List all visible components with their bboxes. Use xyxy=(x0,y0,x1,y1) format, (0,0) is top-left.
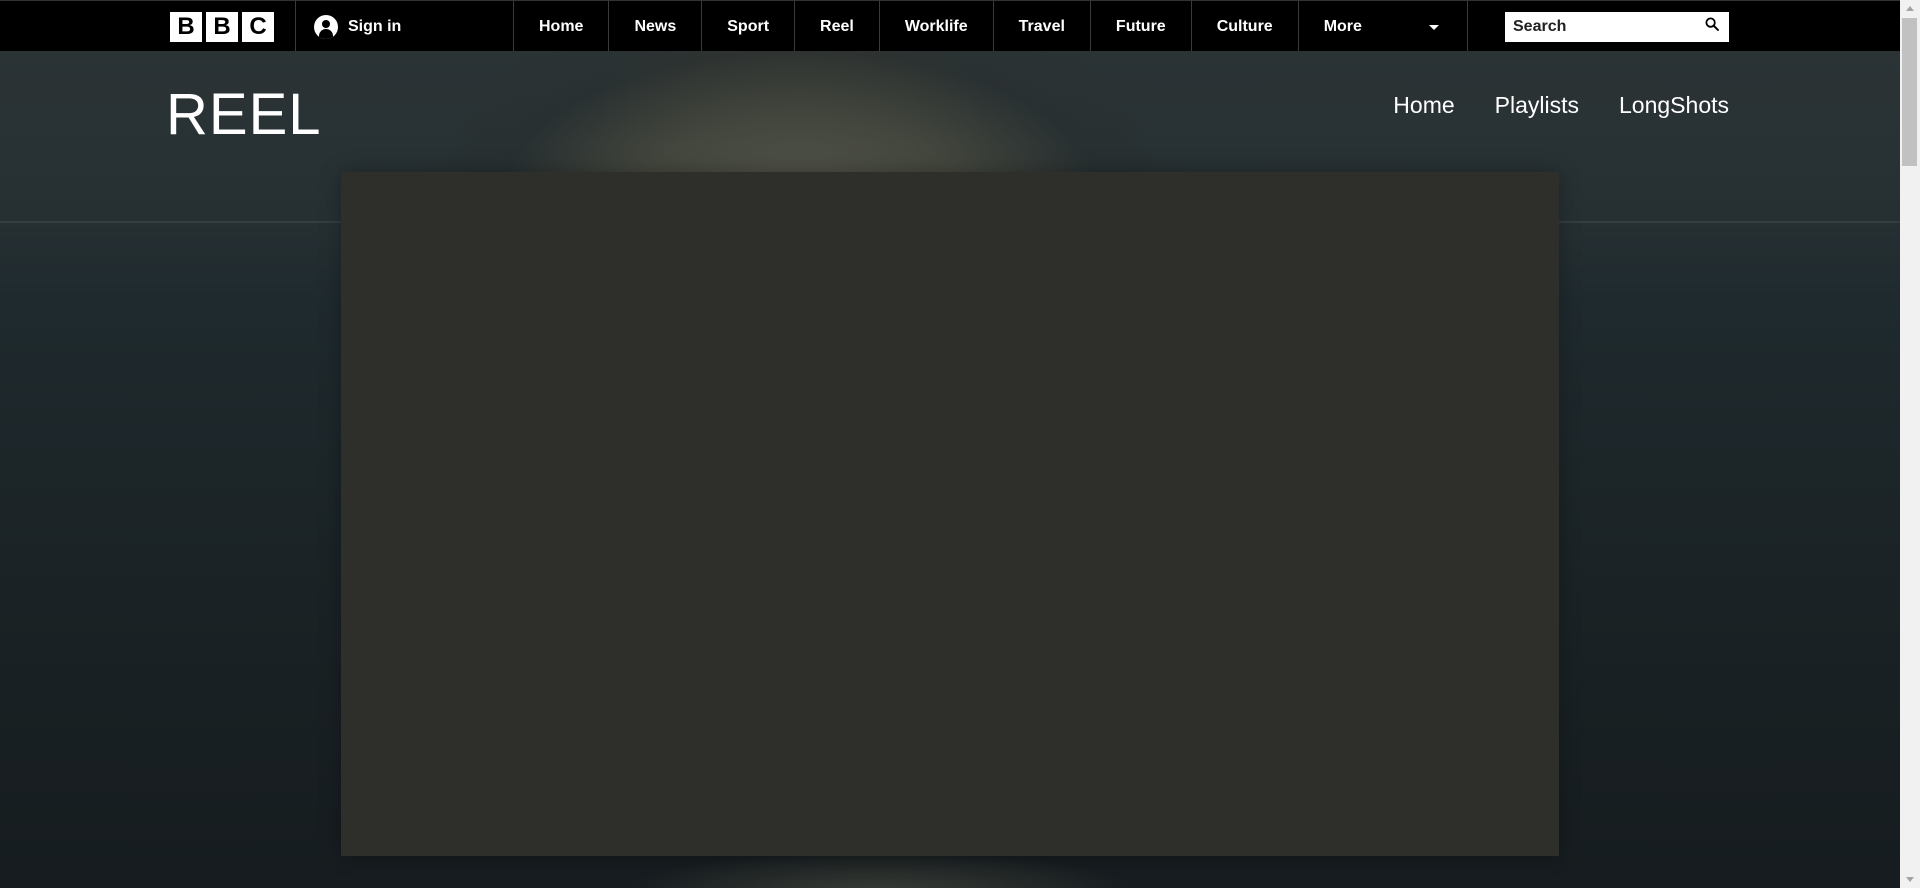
nav-item-sport[interactable]: Sport xyxy=(701,1,794,51)
page-title[interactable]: REEL xyxy=(166,80,322,150)
nav-item-home[interactable]: Home xyxy=(513,1,608,51)
bbc-logo-letter: B xyxy=(170,12,202,42)
nav-item-reel[interactable]: Reel xyxy=(794,1,879,51)
sign-in-label: Sign in xyxy=(348,18,402,35)
background-rock xyxy=(400,51,1200,181)
search-icon[interactable] xyxy=(1705,17,1719,31)
bbc-top-bar: B B C Sign in Home News Sport Reel Workl… xyxy=(0,0,1900,51)
video-player[interactable] xyxy=(341,172,1559,856)
bbc-main-nav: Home News Sport Reel Worklife Travel Fut… xyxy=(513,1,1468,51)
reel-nav: Home Playlists LongShots xyxy=(1393,92,1729,119)
background-rock-reflection xyxy=(620,851,1140,888)
nav-item-future[interactable]: Future xyxy=(1089,1,1191,51)
bbc-logo-letter: C xyxy=(242,12,274,42)
bbc-logo-letter: B xyxy=(206,12,238,42)
nav-item-travel[interactable]: Travel xyxy=(992,1,1090,51)
search-input[interactable] xyxy=(1505,17,1695,37)
reel-nav-longshots[interactable]: LongShots xyxy=(1619,92,1729,119)
search-box xyxy=(1505,12,1729,42)
chevron-down-icon xyxy=(1428,25,1439,30)
nav-item-more-label: More xyxy=(1323,18,1362,35)
scrollbar-thumb[interactable] xyxy=(1902,18,1917,166)
reel-nav-playlists[interactable]: Playlists xyxy=(1495,92,1579,119)
scrollbar[interactable] xyxy=(1900,0,1920,888)
bbc-logo[interactable]: B B C xyxy=(170,12,274,42)
nav-item-news[interactable]: News xyxy=(608,1,701,51)
nav-item-more[interactable]: More xyxy=(1297,1,1468,51)
nav-item-culture[interactable]: Culture xyxy=(1190,1,1298,51)
reel-nav-home[interactable]: Home xyxy=(1393,92,1454,119)
sign-in-button[interactable]: Sign in xyxy=(314,15,401,39)
nav-item-worklife[interactable]: Worklife xyxy=(878,1,993,51)
scroll-down-icon[interactable] xyxy=(1906,877,1914,882)
divider xyxy=(295,1,296,51)
user-icon xyxy=(314,15,338,39)
scroll-up-icon[interactable] xyxy=(1906,6,1914,11)
